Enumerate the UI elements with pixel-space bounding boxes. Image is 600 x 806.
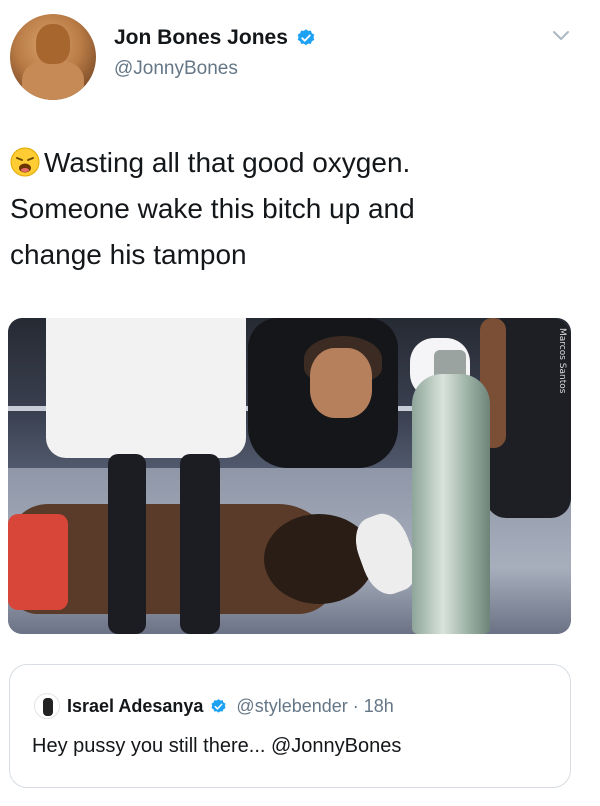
verified-badge-icon [297,29,315,46]
quoted-avatar-figure [43,698,53,716]
quoted-tweet[interactable]: Israel Adesanya @stylebender · 18h Hey p… [9,664,571,788]
avatar-figure-head [36,24,70,64]
tweet-text-line-1: Wasting all that good oxygen. [10,140,570,186]
photo-watermark: Marcos Santos [557,328,567,394]
weary-face-emoji [10,147,40,177]
author-handle[interactable]: @JonnyBones [114,58,238,80]
photo-referee-leg-left [108,454,146,634]
photo-referee-shirt [46,318,246,458]
author-name-row: Jon Bones Jones [114,26,316,50]
author-avatar[interactable] [10,14,96,100]
tweet-text-line-3: change his tampon [10,239,247,270]
chevron-down-icon[interactable] [552,30,570,42]
photo-medic-head [310,348,372,418]
quoted-author-avatar [34,693,60,719]
tweet-card: Jon Bones Jones @JonnyBones Wasting all … [0,0,600,806]
photo-fighter-shorts [8,514,68,610]
quoted-author-handle-time: @stylebender · 18h [236,695,394,716]
tweet-text: Wasting all that good oxygen. Someone wa… [10,140,570,278]
tweet-text-line-1-text: Wasting all that good oxygen. [44,147,411,178]
photo-oxygen-tank [412,374,490,634]
tweet-text-line-2: Someone wake this bitch up and [10,193,415,224]
tweet-photo[interactable]: Marcos Santos [8,318,571,634]
photo-referee-leg-right [180,454,220,634]
quoted-tweet-header: Israel Adesanya @stylebender · 18h [34,693,394,719]
quoted-author-name: Israel Adesanya [67,695,204,716]
verified-badge-icon [211,698,226,713]
avatar-figure-body [22,60,84,100]
author-display-name[interactable]: Jon Bones Jones [114,26,288,50]
quoted-tweet-text: Hey pussy you still there... @JonnyBones [32,735,402,757]
